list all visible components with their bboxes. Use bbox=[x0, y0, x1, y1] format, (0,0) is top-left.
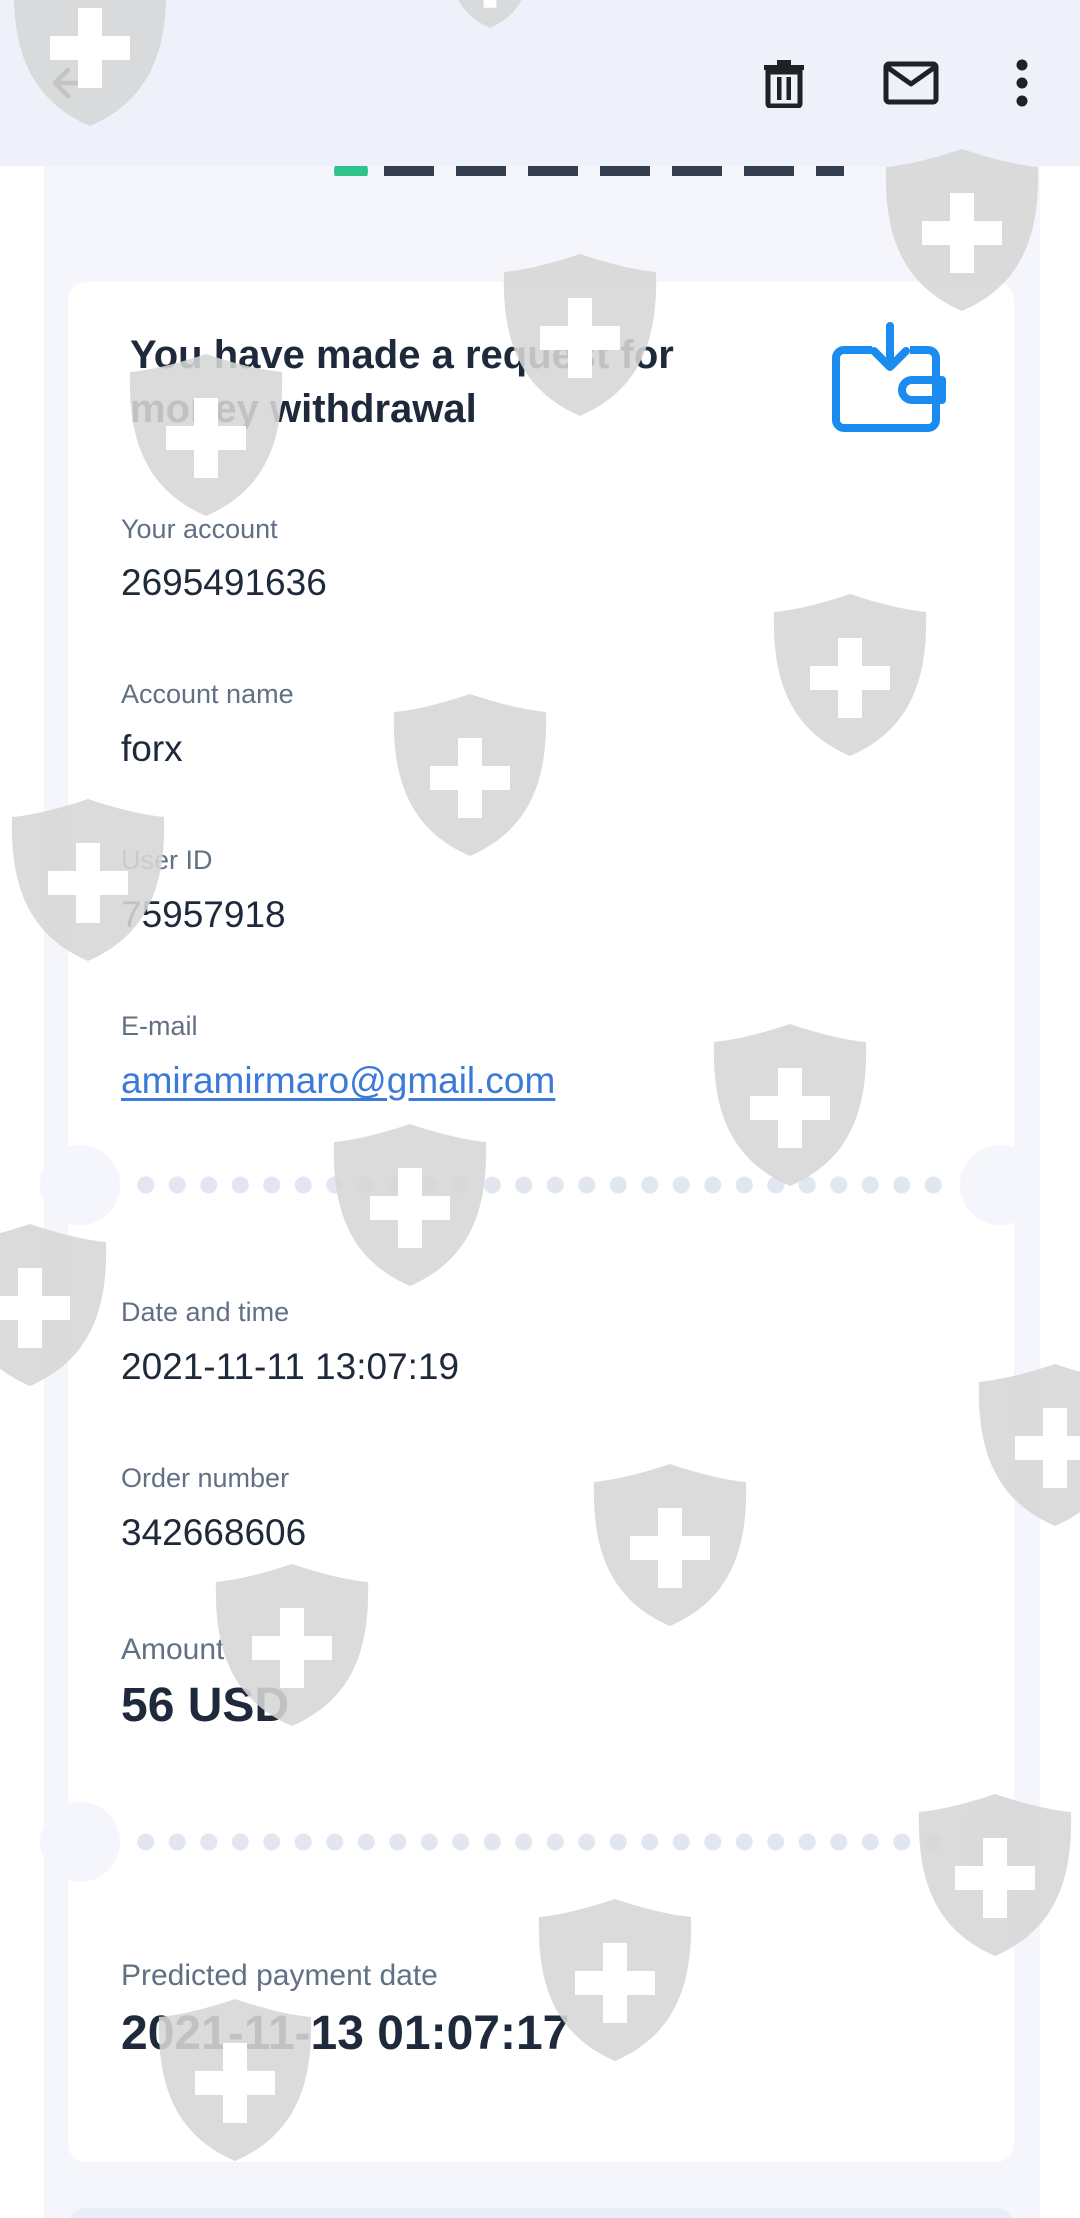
email-link[interactable]: amiramirmaro@gmail.com bbox=[121, 1060, 555, 1102]
top-app-bar bbox=[0, 0, 1080, 166]
user-id-label: User ID bbox=[121, 845, 213, 875]
delete-button[interactable] bbox=[744, 43, 824, 123]
divider-notch-left bbox=[40, 1802, 120, 1882]
account-name-label: Account name bbox=[121, 679, 294, 709]
dotted-divider bbox=[130, 1833, 950, 1851]
email-heading: You have made a request for money withdr… bbox=[130, 333, 674, 431]
divider-notch-right bbox=[960, 1802, 1040, 1882]
date-time-label: Date and time bbox=[121, 1297, 290, 1327]
order-number-label: Order number bbox=[121, 1463, 290, 1493]
amount-label: Amount bbox=[121, 1633, 225, 1666]
account-name-value: forx bbox=[121, 728, 183, 769]
mark-unread-button[interactable] bbox=[871, 43, 951, 123]
dotted-divider bbox=[130, 1176, 950, 1194]
more-options-button[interactable] bbox=[982, 43, 1062, 123]
your-account-value: 2695491636 bbox=[121, 562, 327, 603]
your-account-label: Your account bbox=[121, 514, 278, 544]
predicted-payment-label: Predicted payment date bbox=[121, 1959, 438, 1992]
email-label: E-mail bbox=[121, 1011, 198, 1041]
date-time-value: 2021-11-11 13:07:19 bbox=[121, 1346, 460, 1387]
envelope-icon bbox=[883, 61, 939, 105]
back-button[interactable] bbox=[30, 43, 110, 123]
arrow-left-icon bbox=[46, 59, 94, 107]
divider-notch-left bbox=[40, 1145, 120, 1225]
more-vertical-icon bbox=[1014, 59, 1030, 107]
wallet-download-icon bbox=[830, 322, 950, 437]
next-section-edge bbox=[68, 2208, 1014, 2218]
amount-value: 56 USD bbox=[121, 1679, 290, 1732]
user-id-value: 75957918 bbox=[121, 894, 286, 935]
trash-icon bbox=[762, 58, 806, 108]
predicted-payment-value: 2021-11-13 01:07:17 bbox=[121, 2007, 570, 2060]
divider-notch-right bbox=[960, 1145, 1040, 1225]
order-number-value: 342668606 bbox=[121, 1512, 307, 1553]
